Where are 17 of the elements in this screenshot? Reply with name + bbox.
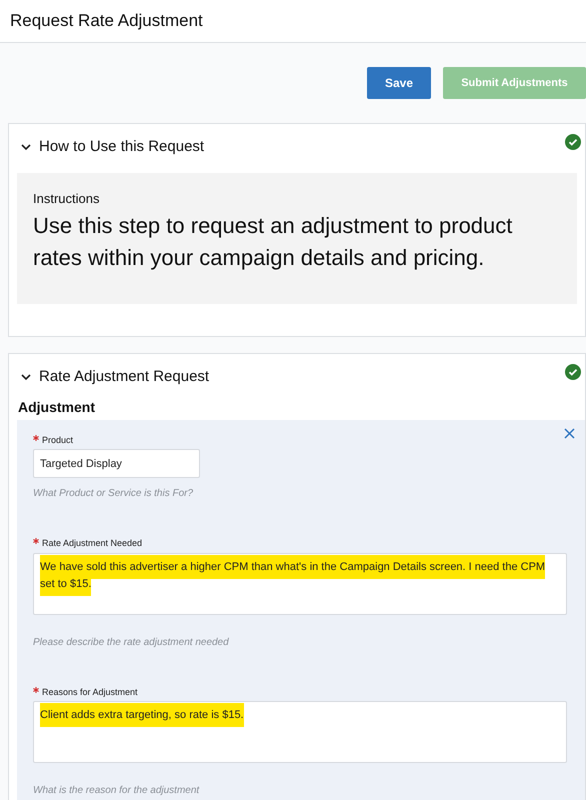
subsection-label: Adjustment: [17, 398, 96, 417]
section-title[interactable]: Rate Adjustment Request: [39, 366, 210, 388]
instructions-label: Instructions: [33, 190, 100, 208]
save-button[interactable]: Save: [367, 67, 431, 99]
text-area-field[interactable]: We have sold this advertiser a higher CPM than what's in the Campaign Details screen. I need the CPM set to $15.: [33, 552, 567, 614]
close-icon[interactable]: [564, 428, 575, 438]
page-title: Request Rate Adjustment: [10, 10, 203, 32]
field-label: Product: [42, 434, 74, 446]
section-title[interactable]: How to Use this Request: [39, 136, 204, 158]
field-label: Rate Adjustment Needed: [42, 537, 142, 550]
field-hint: What Product or Service is this For?: [33, 487, 194, 501]
field-hint: What is the reason for the adjustment: [33, 784, 200, 798]
field-label: Reasons for Adjustment: [42, 686, 138, 699]
field-hint: Please describe the rate adjustment needed: [33, 636, 230, 650]
product-field[interactable]: Targeted Display: [33, 449, 200, 478]
text-area-field[interactable]: Client adds extra targeting, so rate is $15.: [33, 701, 567, 763]
instructions-text: Use this step to request an adjustment to product rates within your campaign details and pricing.: [33, 212, 514, 272]
